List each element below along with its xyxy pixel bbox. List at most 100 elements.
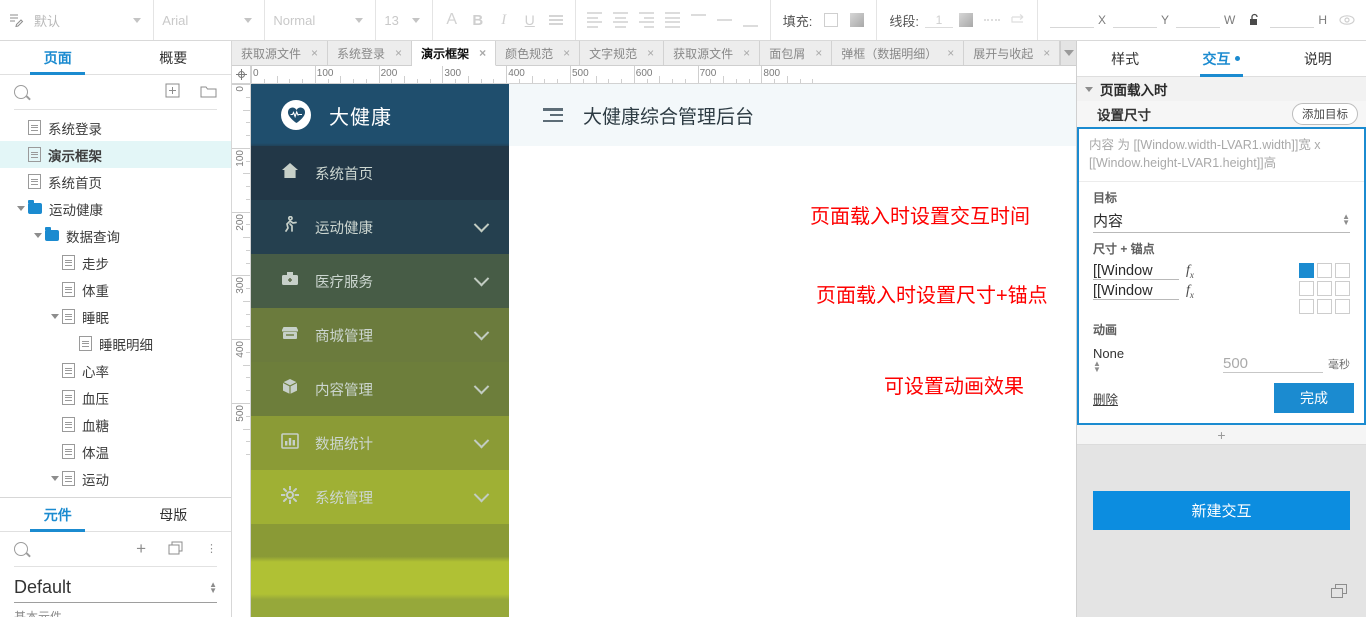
h-input[interactable] xyxy=(1270,12,1315,28)
italic-button[interactable]: I xyxy=(491,7,517,33)
fill-none-swatch[interactable] xyxy=(818,7,844,33)
tree-toggle-icon[interactable] xyxy=(31,233,45,238)
tree-item[interactable]: 运动 xyxy=(0,465,231,492)
chevron-down-icon[interactable] xyxy=(473,324,490,340)
app-menu-item[interactable]: 系统管理 xyxy=(251,470,509,524)
chevron-down-icon[interactable] xyxy=(473,432,490,448)
anchor-cell[interactable] xyxy=(1335,263,1350,279)
app-menu-item[interactable]: 数据统计 xyxy=(251,416,509,470)
spinner-icon[interactable]: ▲ ▼ xyxy=(1342,213,1350,227)
valign-bottom-icon[interactable] xyxy=(738,7,764,33)
align-justify-icon[interactable] xyxy=(660,7,686,33)
tab-pages[interactable]: 页面 xyxy=(0,41,116,75)
x-input[interactable] xyxy=(1049,12,1094,28)
tree-toggle-icon[interactable] xyxy=(48,476,62,481)
fx-icon[interactable]: fx xyxy=(1186,263,1194,280)
duplicate-icon[interactable] xyxy=(168,541,184,558)
add-page-icon[interactable] xyxy=(165,83,180,101)
arrow-style-icon[interactable] xyxy=(1005,7,1031,33)
annotation-text[interactable]: 页面载入时设置交互时间 xyxy=(810,200,1030,229)
app-menu-item[interactable]: 商城管理 xyxy=(251,308,509,362)
chevron-down-icon[interactable] xyxy=(355,17,364,23)
menu-collapse-icon[interactable] xyxy=(543,108,563,122)
tree-item[interactable]: 体重 xyxy=(0,276,231,303)
app-menu-item[interactable]: 系统首页 xyxy=(251,146,509,200)
tree-item[interactable]: 血糖 xyxy=(0,411,231,438)
tree-item[interactable]: 睡眠 xyxy=(0,303,231,330)
document-tab[interactable]: 演示框架 × xyxy=(412,41,497,66)
document-tab[interactable]: 面包屑 × xyxy=(760,41,833,65)
document-tab[interactable]: 文字规范 × xyxy=(580,41,665,65)
spinner-icon[interactable]: ▲ ▼ xyxy=(209,580,217,594)
valign-middle-icon[interactable] xyxy=(712,7,738,33)
tree-toggle-icon[interactable] xyxy=(48,314,62,319)
tab-notes[interactable]: 说明 xyxy=(1270,41,1366,76)
close-icon[interactable]: × xyxy=(1043,46,1050,60)
new-interaction-button[interactable]: 新建交互 xyxy=(1093,491,1350,531)
library-select[interactable]: Default ▲ ▼ xyxy=(14,573,217,603)
chevron-down-icon[interactable] xyxy=(473,216,490,232)
anchor-cell[interactable] xyxy=(1299,263,1314,279)
w-input[interactable] xyxy=(1176,12,1221,28)
document-tab[interactable]: 获取源文件 × xyxy=(232,41,329,65)
animation-duration-input[interactable] xyxy=(1223,355,1323,374)
close-icon[interactable]: × xyxy=(947,46,954,60)
design-canvas[interactable]: 大健康 系统首页 运动健康 医疗服务 商城管理 内容管理 数据统计 系统管理 大健康综合管理… xyxy=(251,84,1076,617)
tab-interactions[interactable]: 交互 xyxy=(1173,41,1269,77)
spinner-icon[interactable]: ▲ ▼ xyxy=(1093,360,1211,374)
triangle-down-icon[interactable] xyxy=(1085,86,1093,92)
tabs-overflow-button[interactable] xyxy=(1060,41,1076,65)
more-vertical-icon[interactable]: ⋮ xyxy=(206,543,217,554)
tab-style[interactable]: 样式 xyxy=(1077,41,1173,76)
document-tab[interactable]: 颜色规范 × xyxy=(496,41,581,65)
lock-open-icon[interactable] xyxy=(1242,7,1268,33)
tree-item[interactable]: 演示框架 xyxy=(0,141,231,168)
tree-item[interactable]: 睡眠明细 xyxy=(0,330,231,357)
chevron-down-icon[interactable] xyxy=(133,17,142,23)
bullet-list-icon[interactable] xyxy=(543,7,569,33)
bold-button[interactable]: B xyxy=(465,7,491,33)
fill-gradient-swatch[interactable] xyxy=(844,7,870,33)
close-icon[interactable]: × xyxy=(311,46,318,60)
style-selector[interactable]: 默认 xyxy=(0,0,155,40)
document-tab[interactable]: 系统登录 × xyxy=(328,41,413,65)
chevron-down-icon[interactable] xyxy=(473,378,490,394)
width-input[interactable] xyxy=(1093,263,1179,281)
close-icon[interactable]: × xyxy=(647,46,654,60)
document-tab[interactable]: 展开与收起 × xyxy=(964,41,1061,65)
anchor-cell[interactable] xyxy=(1317,299,1332,315)
font-weight-select[interactable]: Normal xyxy=(265,0,377,40)
search-icon[interactable] xyxy=(14,542,28,556)
close-icon[interactable]: × xyxy=(563,46,570,60)
duplicate-icon[interactable] xyxy=(1331,584,1348,599)
target-select[interactable]: 内容 ▲ ▼ xyxy=(1093,208,1350,234)
event-header[interactable]: 页面载入时 xyxy=(1077,77,1366,101)
search-icon[interactable] xyxy=(14,85,28,99)
ruler-origin[interactable] xyxy=(232,66,251,84)
plus-icon[interactable]: + xyxy=(1217,427,1225,443)
close-icon[interactable]: × xyxy=(479,46,486,60)
delete-action-link[interactable]: 删除 xyxy=(1093,389,1118,408)
chevron-down-icon[interactable] xyxy=(244,17,253,23)
line-style-icon[interactable] xyxy=(979,7,1005,33)
app-menu-item[interactable]: 医疗服务 xyxy=(251,254,509,308)
document-tab[interactable]: 获取源文件 × xyxy=(664,41,761,65)
add-target-button[interactable]: 添加目标 xyxy=(1292,103,1358,125)
animation-type-select[interactable]: None ▲ ▼ xyxy=(1093,346,1211,374)
close-icon[interactable]: × xyxy=(815,46,822,60)
add-folder-icon[interactable] xyxy=(200,84,217,101)
add-action-row[interactable]: + xyxy=(1077,425,1366,446)
fx-icon[interactable]: fx xyxy=(1186,283,1194,300)
tree-toggle-icon[interactable] xyxy=(14,206,28,211)
tab-outline[interactable]: 概要 xyxy=(116,41,232,74)
font-family-select[interactable]: Arial xyxy=(154,0,266,40)
tree-item[interactable]: 运动健康 xyxy=(0,195,231,222)
font-size-select[interactable]: 13 xyxy=(376,0,433,40)
align-left-icon[interactable] xyxy=(582,7,608,33)
tree-item[interactable]: 血压 xyxy=(0,384,231,411)
anchor-cell[interactable] xyxy=(1335,299,1350,315)
valign-top-icon[interactable] xyxy=(686,7,712,33)
done-button[interactable]: 完成 xyxy=(1274,383,1354,414)
height-input[interactable] xyxy=(1093,283,1179,301)
tree-item[interactable]: 走步 xyxy=(0,249,231,276)
